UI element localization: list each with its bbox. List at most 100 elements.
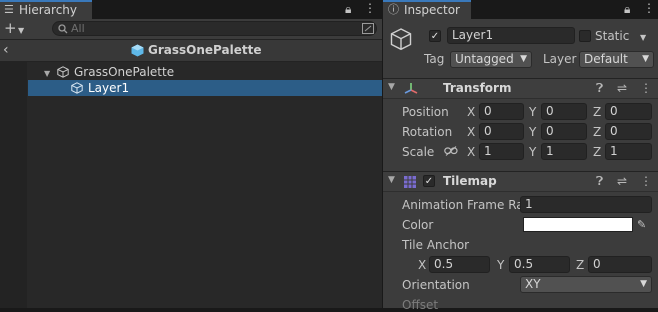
scale-z-field[interactable]: 1 xyxy=(605,143,652,160)
lock-icon[interactable]: 🔒︎ xyxy=(624,2,630,16)
breadcrumb-title: GrassOnePalette xyxy=(148,43,262,57)
tab-inspector-label: Inspector xyxy=(404,3,460,17)
tilemap-enabled-checkbox[interactable]: ✓ xyxy=(423,175,435,187)
more-menu-icon[interactable]: ⋮ xyxy=(364,1,376,15)
axis-x-label: X xyxy=(467,125,476,139)
tab-inspector[interactable]: ⓘ Inspector xyxy=(383,0,471,19)
axis-y-label: Y xyxy=(529,125,537,139)
tree-gutter xyxy=(0,62,27,308)
position-z-field[interactable]: 0 xyxy=(605,103,652,120)
chevron-down-icon: ▼ xyxy=(640,279,647,289)
gameobject-icon xyxy=(71,82,83,94)
inspector-tabbar: ⓘ Inspector 🔒︎ ⋮ xyxy=(383,0,658,19)
tilemap-header[interactable]: ▼ ✓ Tilemap ❓︎ ⇌ ⋮ xyxy=(383,171,658,192)
animation-frame-rate-field[interactable]: 1 xyxy=(520,196,652,213)
active-checkbox[interactable]: ✓ xyxy=(429,30,441,42)
back-arrow-icon[interactable]: ‹ xyxy=(3,43,9,57)
layer-label: Layer xyxy=(543,52,577,66)
position-y-field[interactable]: 0 xyxy=(541,103,587,120)
axis-x-label: X xyxy=(467,105,476,119)
tab-hierarchy[interactable]: ☰ Hierarchy xyxy=(0,0,92,19)
rotation-z-field[interactable]: 0 xyxy=(605,123,652,140)
chevron-down-icon: ▼ xyxy=(520,54,527,64)
tree-item-label: GrassOnePalette xyxy=(74,65,175,79)
static-dropdown-icon[interactable]: ▼ xyxy=(640,31,646,45)
tilemap-title: Tilemap xyxy=(443,174,497,188)
presets-icon[interactable]: ⇌ xyxy=(617,174,627,188)
color-label: Color xyxy=(402,218,434,232)
tab-hierarchy-label: Hierarchy xyxy=(19,3,78,17)
rotation-x-field[interactable]: 0 xyxy=(479,123,524,140)
search-placeholder: All xyxy=(71,22,85,35)
hierarchy-tabbar: ☰ Hierarchy 🔒︎ ⋮ xyxy=(0,0,382,19)
eyedropper-icon[interactable]: ✎ xyxy=(637,218,646,232)
expand-icon[interactable]: ▼ xyxy=(44,67,50,81)
axis-z-label: Z xyxy=(593,145,602,159)
tag-label: Tag xyxy=(424,52,445,66)
axis-x-label: X xyxy=(467,145,476,159)
tile-anchor-y-field[interactable]: 0.5 xyxy=(509,256,570,273)
search-input[interactable]: All xyxy=(52,21,377,36)
axis-y-label: Y xyxy=(529,145,537,159)
tag-dropdown[interactable]: Untagged ▼ xyxy=(450,51,532,68)
static-checkbox[interactable] xyxy=(579,30,591,42)
axis-y-label: Y xyxy=(529,105,537,119)
gameobject-large-icon xyxy=(390,28,412,51)
scale-y-field[interactable]: 1 xyxy=(541,143,587,160)
foldout-icon[interactable]: ▼ xyxy=(388,82,395,92)
hierarchy-toolbar: + ▼ All xyxy=(0,19,382,40)
tree-item-label: Layer1 xyxy=(88,81,130,95)
foldout-icon[interactable]: ▼ xyxy=(388,175,395,185)
hierarchy-panel: ☰ Hierarchy 🔒︎ ⋮ + ▼ All ‹ GrassOnePalet… xyxy=(0,0,382,308)
inspector-panel: ⓘ Inspector 🔒︎ ⋮ ✓ Layer1 Static ▼ Tag U… xyxy=(383,0,658,312)
position-x-field[interactable]: 0 xyxy=(479,103,524,120)
tree-item-selected[interactable]: Layer1 xyxy=(28,80,382,96)
lock-icon[interactable]: 🔒︎ xyxy=(345,2,351,16)
offset-label: Offset xyxy=(402,298,439,312)
orientation-value: XY xyxy=(525,277,541,291)
info-icon: ⓘ xyxy=(388,3,399,16)
color-field[interactable] xyxy=(523,217,633,232)
animation-frame-rate-label: Animation Frame Rate xyxy=(402,198,536,212)
rotation-label: Rotation xyxy=(402,125,453,139)
transform-header[interactable]: ▼ Transform ❓︎ ⇌ ⋮ xyxy=(383,78,658,99)
tile-anchor-z-field[interactable]: 0 xyxy=(588,256,652,273)
component-menu-icon[interactable]: ⋮ xyxy=(640,81,652,95)
position-label: Position xyxy=(402,105,449,119)
help-icon[interactable]: ❓︎ xyxy=(596,174,603,189)
axis-y-label: Y xyxy=(497,258,505,272)
search-icon xyxy=(58,24,68,34)
orientation-dropdown[interactable]: XY ▼ xyxy=(520,276,652,293)
tree-item-root[interactable]: ▼ GrassOnePalette xyxy=(28,64,382,80)
axis-z-label: Z xyxy=(593,125,602,139)
scale-x-field[interactable]: 1 xyxy=(479,143,524,160)
component-menu-icon[interactable]: ⋮ xyxy=(640,174,652,188)
more-menu-icon[interactable]: ⋮ xyxy=(643,1,655,15)
constrain-proportions-icon[interactable] xyxy=(444,146,458,156)
axis-z-label: Z xyxy=(576,258,585,272)
layer-value: Default xyxy=(584,52,628,66)
tile-anchor-label: Tile Anchor xyxy=(402,238,470,252)
presets-icon[interactable]: ⇌ xyxy=(617,81,627,95)
orientation-label: Orientation xyxy=(402,278,470,292)
prefab-icon xyxy=(131,44,144,57)
axis-z-label: Z xyxy=(593,105,602,119)
object-name-field[interactable]: Layer1 xyxy=(447,27,575,44)
transform-icon xyxy=(404,83,418,94)
tag-value: Untagged xyxy=(455,52,514,66)
rotation-y-field[interactable]: 0 xyxy=(541,123,587,140)
layer-dropdown[interactable]: Default ▼ xyxy=(579,51,654,68)
scale-label: Scale xyxy=(402,145,435,159)
search-options-icon[interactable] xyxy=(362,23,374,34)
chevron-down-icon: ▼ xyxy=(642,54,649,64)
transform-title: Transform xyxy=(443,81,512,95)
breadcrumb: ‹ GrassOnePalette xyxy=(0,40,382,62)
axis-x-label: X xyxy=(418,258,427,272)
chevron-down-icon[interactable]: ▼ xyxy=(18,24,24,38)
gameobject-icon xyxy=(57,66,69,78)
tilemap-icon xyxy=(404,176,416,188)
help-icon[interactable]: ❓︎ xyxy=(596,81,603,96)
list-icon: ☰ xyxy=(4,3,14,16)
add-icon[interactable]: + xyxy=(4,21,17,36)
tile-anchor-x-field[interactable]: 0.5 xyxy=(429,256,490,273)
